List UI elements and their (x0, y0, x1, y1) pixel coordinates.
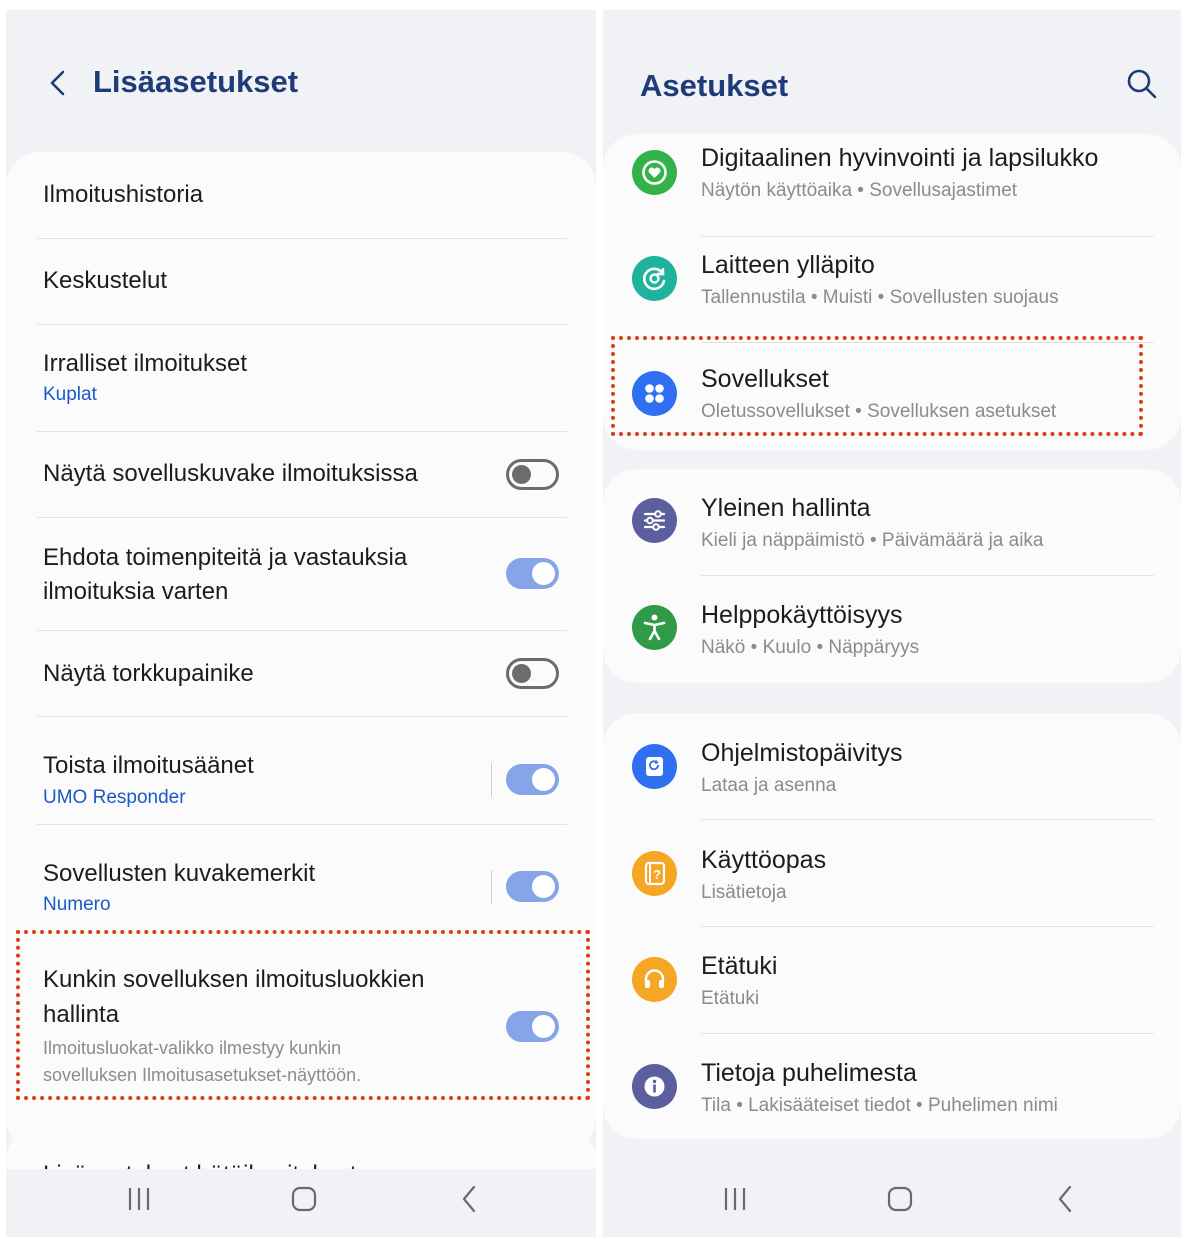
settings-item-accessibility[interactable]: Helppokäyttöisyys Näkö • Kuulo • Näppäry… (603, 576, 1181, 683)
list-item-app-icon-badges[interactable]: Sovellusten kuvakemerkit Numero (6, 825, 596, 931)
headset-icon (632, 957, 677, 1002)
heart-circle-icon (632, 150, 677, 195)
toggle-knob (512, 465, 531, 484)
vertical-separator (491, 763, 492, 797)
accessibility-icon (632, 605, 677, 650)
list-item-show-app-icon[interactable]: Näytä sovelluskuvake ilmoituksissa (6, 432, 596, 518)
item-title: Näytä sovelluskuvake ilmoituksissa (43, 460, 418, 487)
vertical-separator (491, 870, 492, 904)
item-title: Ohjelmistopäivitys (701, 739, 903, 767)
svg-text:?: ? (653, 867, 661, 882)
list-item-notification-history[interactable]: Ilmoitushistoria (6, 152, 596, 238)
item-subtitle: Etätuki (701, 988, 760, 1009)
item-subtitle: Lataa ja asenna (701, 775, 837, 796)
notification-advanced-settings-screen: Lisäasetukset Ilmoitushistoria Keskustel… (6, 10, 596, 1237)
toggle-knob (532, 875, 555, 898)
back-arrow-icon[interactable] (46, 70, 72, 96)
item-title: Käyttöopas (701, 846, 827, 874)
item-subtitle: Tallennustila • Muisti • Sovellusten suo… (701, 287, 1059, 308)
item-title: Helppokäyttöisyys (701, 601, 903, 629)
settings-item-device-care[interactable]: Laitteen ylläpito Tallennustila • Muisti… (603, 237, 1181, 341)
back-icon[interactable] (1055, 1184, 1075, 1214)
toggle-knob (512, 664, 531, 683)
highlight-box (611, 336, 1143, 436)
item-title: Digitaalinen hyvinvointi ja lapsilukko (701, 144, 1099, 172)
item-title: Ehdota toimenpiteitä ja vastauksia (43, 544, 408, 571)
item-title: Irralliset ilmoitukset (43, 350, 248, 377)
list-item-snooze-button[interactable]: Näytä torkkupainike (6, 631, 596, 717)
settings-item-user-manual[interactable]: ? Käyttöopas Lisätietoja (603, 820, 1181, 926)
toggle-switch-on[interactable] (506, 558, 559, 589)
settings-group-3: Ohjelmistopäivitys Lataa ja asenna ? Käy… (603, 713, 1181, 1139)
user-manual-icon: ? (632, 851, 677, 896)
settings-item-general-management[interactable]: Yleinen hallinta Kieli ja näppäimistö • … (603, 469, 1181, 575)
item-title: Ilmoitushistoria (43, 181, 204, 208)
item-title: Tietoja puhelimesta (701, 1059, 917, 1087)
toggle-switch-off[interactable] (506, 658, 559, 689)
toggle-knob (532, 562, 555, 585)
sliders-icon (632, 498, 677, 543)
toggle-switch-off[interactable] (506, 459, 559, 490)
item-title: Laitteen ylläpito (701, 251, 875, 279)
item-subtitle: Kieli ja näppäimistö • Päivämäärä ja aik… (701, 530, 1044, 551)
item-title: Toista ilmoitusäänet (43, 752, 254, 779)
info-icon (632, 1064, 677, 1109)
item-title: Yleinen hallinta (701, 494, 871, 522)
settings-item-remote-support[interactable]: Etätuki Etätuki (603, 927, 1181, 1033)
item-title: Näytä torkkupainike (43, 660, 254, 687)
back-icon[interactable] (459, 1184, 479, 1214)
toggle-switch-on[interactable] (506, 764, 559, 795)
item-subtitle: Kuplat (43, 384, 97, 405)
search-icon[interactable] (1126, 68, 1158, 100)
settings-group-2: Yleinen hallinta Kieli ja näppäimistö • … (603, 469, 1181, 683)
toggle-switch-on[interactable] (506, 871, 559, 902)
highlight-box (16, 930, 590, 1100)
item-title: Etätuki (701, 952, 778, 980)
settings-screen: Asetukset Digitaalinen hyvinvointi ja la… (603, 10, 1181, 1237)
recent-apps-icon[interactable] (126, 1184, 152, 1214)
toggle-knob (532, 768, 555, 791)
item-subtitle: Näytön käyttöaika • Sovellusajastimet (701, 180, 1018, 201)
recent-apps-icon[interactable] (722, 1184, 748, 1214)
list-item-suggest-actions[interactable]: Ehdota toimenpiteitä ja vastauksia ilmoi… (6, 518, 596, 631)
item-subtitle: Tila • Lakisääteiset tiedot • Puhelimen … (701, 1095, 1058, 1116)
device-care-icon (632, 256, 677, 301)
item-subtitle: UMO Responder (43, 787, 186, 808)
home-icon[interactable] (290, 1184, 318, 1214)
partial-card: Lisäasetukset hätäilmoitukset (6, 1130, 596, 1170)
list-item-conversations[interactable]: Keskustelut (6, 239, 596, 325)
navigation-bar (6, 1169, 596, 1237)
settings-item-about-phone[interactable]: Tietoja puhelimesta Tila • Lakisääteiset… (603, 1034, 1181, 1139)
settings-item-digital-wellbeing[interactable]: Digitaalinen hyvinvointi ja lapsilukko N… (603, 134, 1181, 231)
page-title: Asetukset (640, 68, 789, 103)
item-subtitle: Näkö • Kuulo • Näppäryys (701, 637, 920, 658)
item-title: Sovellusten kuvakemerkit (43, 860, 316, 887)
item-subtitle: Lisätietoja (701, 882, 787, 903)
list-item-floating-notifications[interactable]: Irralliset ilmoitukset Kuplat (6, 325, 596, 431)
settings-item-software-update[interactable]: Ohjelmistopäivitys Lataa ja asenna (603, 713, 1181, 819)
software-update-icon (632, 744, 677, 789)
item-title-line2: ilmoituksia varten (43, 578, 229, 605)
home-icon[interactable] (886, 1184, 914, 1214)
item-title: Keskustelut (43, 267, 168, 294)
item-subtitle: Numero (43, 894, 111, 915)
page-title: Lisäasetukset (93, 64, 299, 99)
list-item-notification-sounds[interactable]: Toista ilmoitusäänet UMO Responder (6, 717, 596, 824)
navigation-bar (603, 1169, 1181, 1237)
